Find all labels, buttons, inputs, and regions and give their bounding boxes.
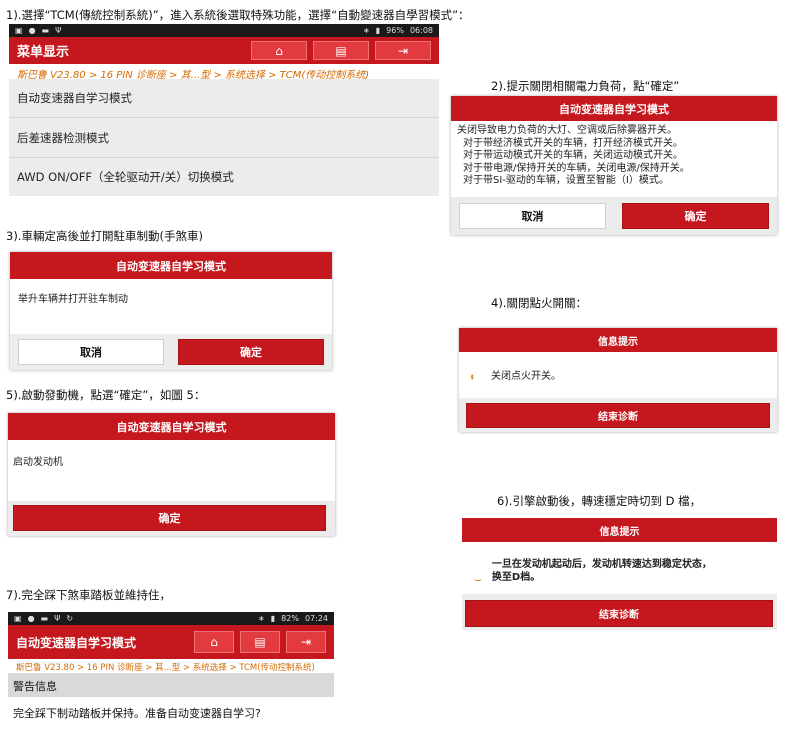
message-line: 对于带运动模式开关的车辆，关闭运动模式开关。	[463, 150, 683, 161]
dialog-message: 举升车辆并打开驻车制动	[18, 294, 128, 305]
breadcrumb: 斯巴鲁 V23.80 > 16 PIN 诊断座 > 其...型 > 系统选择 >…	[9, 64, 439, 79]
battery-percent: 96%	[386, 26, 404, 35]
message-line: 对于带SI-驱动的车辆，设置至智能（I）模式。	[463, 175, 669, 186]
end-diagnosis-button[interactable]: 结束诊断	[465, 600, 773, 627]
step3-caption: 3).車輛定高後並打開駐車制動(手煞車)	[6, 229, 203, 243]
clock: 07:24	[304, 614, 328, 623]
ok-button[interactable]: 确定	[622, 203, 769, 229]
printer-icon: ▤	[335, 43, 347, 58]
message-text: 关闭点火开关。	[491, 371, 561, 382]
message-line: 一旦在发动机起动后，发动机转速达到稳定状态，	[491, 559, 712, 570]
screen1-menu: ▣ ● ▬ Ψ ∗ ▮ 96% 06:08 菜单显示 ⌂ ▤ ⇥ 斯巴鲁 V23.80 > …	[9, 24, 439, 196]
page-title: 菜单显示	[17, 45, 70, 60]
dialog-title: 自动变速器自学习模式	[8, 413, 335, 440]
message-icon: ▬	[41, 26, 50, 35]
dialog-message: 启动发动机	[13, 457, 63, 468]
end-diagnosis-button[interactable]: 结束诊断	[466, 403, 770, 428]
step7-caption: 7).完全踩下煞車踏板並維持住，	[6, 588, 171, 602]
home-icon: ⌂	[210, 635, 218, 649]
dialog-start-engine: 自动变速器自学习模式 启动发动机 确定	[8, 413, 335, 536]
exit-icon: ⇥	[300, 635, 312, 649]
exit-button[interactable]: ⇥	[375, 41, 431, 60]
dialog-ignition-off: 信息提示 关闭点火开关。 结束诊断	[459, 328, 777, 432]
print-button[interactable]: ▤	[313, 41, 369, 60]
usb-icon: Ψ	[54, 614, 61, 623]
home-button[interactable]: ⌂	[251, 41, 307, 60]
sync-icon: ↻	[66, 614, 74, 623]
menu-item-auto-trans-learn[interactable]: 自动变速器自学习模式	[9, 79, 439, 118]
message-line: 对于带电源/保持开关的车辆，关闭电源/保持开关。	[463, 162, 690, 174]
warning-header: 警告信息	[8, 673, 334, 697]
exit-button[interactable]: ⇥	[286, 631, 326, 653]
message-icon: ▬	[40, 614, 49, 623]
status-bar: ▣ ● ▬ Ψ ∗ ▮ 96% 06:08	[9, 24, 439, 37]
print-button[interactable]: ▤	[240, 631, 280, 653]
dialog-power-load: 自动变速器自学习模式 关闭导致电力负荷的大灯、空调或后除雾器开关。 对于带经济模…	[451, 96, 777, 235]
location-icon: ●	[28, 26, 36, 35]
clock: 06:08	[409, 26, 433, 35]
cancel-button[interactable]: 取消	[18, 339, 164, 365]
screen7-warning: ▣ ● ▬ Ψ ↻ ∗ ▮ 82% 07:24 自动变速器自学习模式 ⌂ ▤ ⇥ 斯巴鲁 V2…	[8, 612, 334, 730]
cancel-button[interactable]: 取消	[459, 203, 606, 229]
dialog-message: 关闭点火开关。	[459, 352, 777, 403]
usb-icon: Ψ	[55, 26, 62, 35]
warning-text: 完全踩下制动踏板并保持。准备自动变速器自学习?	[13, 707, 261, 720]
dialog-lift-vehicle: 自动变速器自学习模式 举升车辆并打开驻车制动 取消 确定	[10, 252, 332, 370]
bluetooth-icon: ∗	[363, 26, 370, 35]
image-icon: ▣	[15, 26, 23, 35]
dialog-message: 关闭导致电力负荷的大灯、空调或后除雾器开关。 对于带经济模式开关的车辆，打开经济…	[451, 121, 777, 192]
dialog-shift-drive: 信息提示 ⌣ 一旦在发动机起动后，发动机转速达到稳定状态， 换至D档。 结束诊断	[462, 518, 777, 630]
menu-item-awd-toggle[interactable]: AWD ON/OFF（全轮驱动开/关）切换模式	[9, 158, 439, 196]
step2-caption: 2).提示關閉相關電力負荷，點“確定”	[491, 79, 680, 93]
dialog-title: 自动变速器自学习模式	[10, 252, 332, 279]
step4-caption: 4).關閉點火開關：	[491, 296, 587, 310]
step6-caption: 6).引擎啟動後，轉速穩定時切到 D 檔，	[497, 494, 702, 508]
menu-item-rear-diff-check[interactable]: 后差速器检测模式	[9, 118, 439, 158]
message-line: 对于带经济模式开关的车辆，打开经济模式开关。	[463, 137, 683, 149]
page-title: 自动变速器自学习模式	[16, 635, 137, 650]
app-header: 菜单显示 ⌂ ▤ ⇥	[9, 37, 439, 64]
app-header: 自动变速器自学习模式 ⌂ ▤ ⇥	[8, 625, 334, 659]
home-button[interactable]: ⌂	[194, 631, 234, 653]
dialog-message: ⌣ 一旦在发动机起动后，发动机转速达到稳定状态， 换至D档。	[462, 542, 777, 587]
battery-icon: ▮	[375, 26, 381, 35]
dialog-title: 信息提示	[459, 328, 777, 352]
status-bar: ▣ ● ▬ Ψ ↻ ∗ ▮ 82% 07:24	[8, 612, 334, 625]
image-icon: ▣	[14, 614, 22, 623]
ok-button[interactable]: 确定	[13, 505, 326, 531]
battery-icon: ▮	[270, 614, 276, 623]
exit-icon: ⇥	[397, 43, 409, 58]
loading-spinner-icon: ⌣	[474, 572, 482, 586]
step5-caption: 5).啟動發動機，點選“確定”，如圖 5：	[6, 388, 206, 402]
home-icon: ⌂	[275, 43, 283, 58]
bluetooth-icon: ∗	[258, 614, 265, 623]
dialog-title: 自动变速器自学习模式	[451, 96, 777, 121]
step1-caption: 1).選擇“TCM(傳統控制系統)”，進入系統後選取特殊功能，選擇“自動變速器自…	[6, 8, 470, 22]
ok-button[interactable]: 确定	[178, 339, 324, 365]
printer-icon: ▤	[254, 635, 266, 649]
battery-percent: 82%	[281, 614, 299, 623]
location-icon: ●	[27, 614, 35, 623]
message-line: 换至D档。	[491, 571, 541, 583]
dialog-title: 信息提示	[462, 518, 777, 542]
message-line: 关闭导致电力负荷的大灯、空调或后除雾器开关。	[457, 125, 677, 136]
breadcrumb: 斯巴鲁 V23.80 > 16 PIN 诊断座 > 其...型 > 系统选择 >…	[8, 659, 334, 673]
loading-spinner-icon	[471, 373, 479, 382]
